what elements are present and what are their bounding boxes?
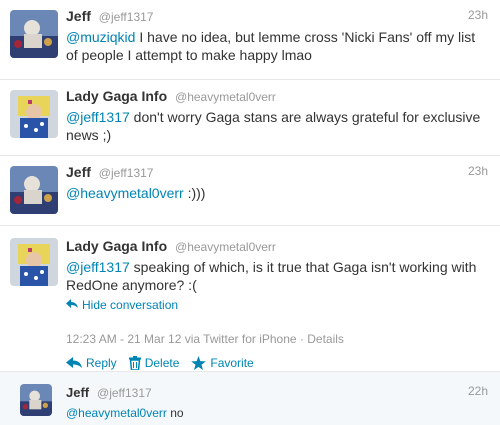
hide-conversation-label: Hide conversation <box>82 298 179 312</box>
reply-button[interactable]: Reply <box>66 356 117 370</box>
mention-link[interactable]: @jeff1317 <box>66 259 130 275</box>
tweet-fullname[interactable]: Lady Gaga Info <box>66 238 167 254</box>
tweet-3[interactable]: Jeff @jeff1317 23h @heavymetal0verr :))) <box>0 156 500 226</box>
favorite-button[interactable]: Favorite <box>191 356 254 370</box>
tweet-fullname[interactable]: Jeff <box>66 164 91 180</box>
tweet-4-expanded[interactable]: Lady Gaga Info @heavymetal0verr @jeff131… <box>0 226 500 372</box>
tweet-text: @heavymetal0verr :))) <box>66 184 488 202</box>
tweet-username[interactable]: @jeff1317 <box>97 386 152 400</box>
delete-icon <box>128 356 141 370</box>
tweet-body: no <box>166 406 184 420</box>
tweet-username[interactable]: @heavymetal0verr <box>175 240 276 254</box>
tweet-5-reply[interactable]: Jeff @jeff1317 22h @heavymetal0verr no <box>0 372 500 425</box>
delete-button[interactable]: Delete <box>128 356 180 370</box>
reply-label: Reply <box>86 356 117 370</box>
mention-link[interactable]: @heavymetal0verr <box>66 406 167 420</box>
avatar-lady-gaga-info[interactable] <box>10 238 58 286</box>
tweet-username[interactable]: @heavymetal0verr <box>175 90 276 104</box>
tweet-text: @jeff1317 don't worry Gaga stans are alw… <box>66 108 488 144</box>
tweet-meta: 12:23 AM - 21 Mar 12 via Twitter for iPh… <box>66 332 344 346</box>
tweet-text: @jeff1317 speaking of which, is it true … <box>66 258 488 294</box>
tweet-2[interactable]: Lady Gaga Info @heavymetal0verr @jeff131… <box>0 80 500 156</box>
tweet-username[interactable]: @jeff1317 <box>99 166 154 180</box>
tweet-fullname[interactable]: Lady Gaga Info <box>66 88 167 104</box>
avatar-jeff[interactable] <box>20 384 52 416</box>
mention-link[interactable]: @muziqkid <box>66 29 135 45</box>
tweet-actions: Reply Delete Favorite <box>66 356 488 370</box>
tweet-text: @heavymetal0verr no <box>66 404 488 422</box>
avatar-jeff[interactable] <box>10 166 58 214</box>
mention-link[interactable]: @heavymetal0verr <box>66 185 184 201</box>
tweet-time[interactable]: 23h <box>468 8 488 22</box>
tweet-1[interactable]: Jeff @jeff1317 23h @muziqkid I have no i… <box>0 0 500 80</box>
delete-label: Delete <box>144 356 180 370</box>
hide-conversation-link[interactable]: Hide conversation <box>66 298 178 312</box>
reply-icon <box>66 357 82 369</box>
tweet-text: @muziqkid I have no idea, but lemme cros… <box>66 28 488 64</box>
tweet-body: :))) <box>183 185 206 201</box>
favorite-icon <box>191 356 207 370</box>
tweet-time[interactable]: 23h <box>468 164 488 178</box>
avatar-jeff[interactable] <box>10 10 58 58</box>
favorite-label: Favorite <box>210 356 254 370</box>
avatar-lady-gaga-info[interactable] <box>10 90 58 138</box>
tweet-username[interactable]: @jeff1317 <box>99 10 154 24</box>
tweet-fullname[interactable]: Jeff <box>66 385 89 400</box>
tweet-time[interactable]: 22h <box>468 384 488 398</box>
tweet-fullname[interactable]: Jeff <box>66 8 91 24</box>
mention-link[interactable]: @jeff1317 <box>66 109 130 125</box>
hide-conversation-icon <box>66 298 78 312</box>
